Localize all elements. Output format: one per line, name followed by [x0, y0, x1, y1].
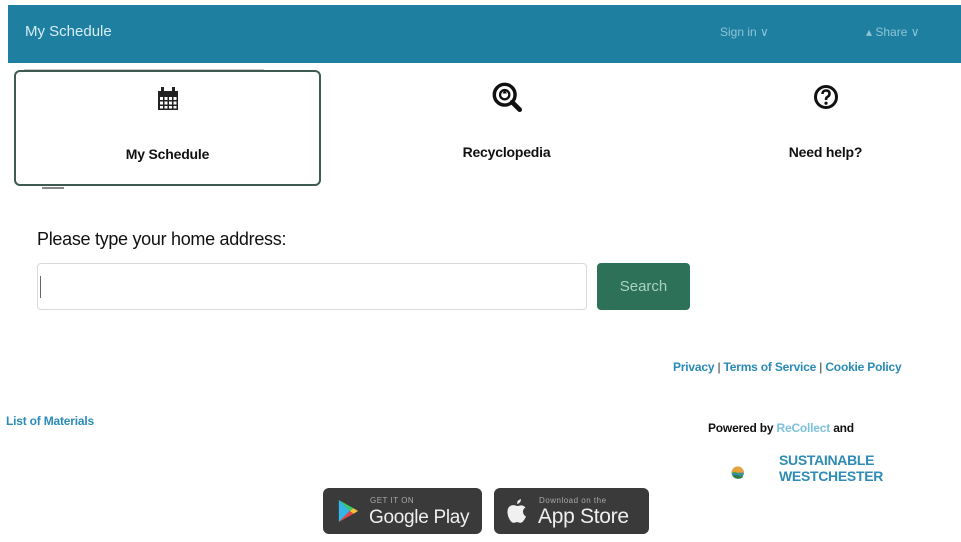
share-menu[interactable]: ▴ Share ∨ — [866, 25, 920, 39]
store-big-text: Google Play — [369, 507, 470, 528]
tab-label: My Schedule — [125, 146, 210, 162]
mark — [42, 187, 64, 189]
sustainable-westchester-logo[interactable] — [731, 450, 777, 496]
navbar-title[interactable]: My Schedule — [25, 23, 112, 40]
cookie-policy-link[interactable]: Cookie Policy — [825, 360, 901, 374]
calendar-icon — [157, 87, 178, 110]
tab-my-schedule[interactable]: My Schedule — [14, 70, 321, 186]
terms-link[interactable]: Terms of Service — [724, 360, 817, 374]
sign-in-menu[interactable]: Sign in ∨ — [720, 25, 769, 39]
apple-icon — [507, 499, 526, 523]
and-text: and — [833, 421, 854, 435]
search-recycle-icon — [492, 82, 522, 112]
address-prompt: Please type your home address: — [37, 229, 287, 249]
address-input[interactable] — [37, 263, 587, 310]
legal-links: Privacy | Terms of Service | Cookie Poli… — [673, 360, 902, 374]
tab-label: Recyclopedia — [462, 144, 551, 160]
google-play-icon — [338, 500, 359, 522]
partner-line-2: WESTCHESTER — [779, 468, 884, 484]
list-of-materials-link[interactable]: List of Materials — [6, 414, 94, 428]
store-big-text: App Store — [538, 505, 629, 528]
search-button[interactable]: Search — [597, 263, 690, 310]
privacy-link[interactable]: Privacy — [673, 360, 715, 374]
partner-line-1: SUSTAINABLE — [779, 452, 875, 468]
store-small-text: GET IT ON — [370, 496, 415, 505]
tab-label: Need help? — [788, 144, 863, 160]
store-small-text: Download on the — [539, 496, 607, 505]
tab-need-help[interactable]: Need help? — [672, 70, 961, 186]
separator: | — [717, 360, 721, 374]
recollect-link[interactable]: ReCollect — [777, 421, 831, 435]
powered-by: Powered by ReCollect and — [708, 421, 854, 435]
google-play-button[interactable]: GET IT ON Google Play — [323, 488, 482, 534]
app-store-button[interactable]: Download on the App Store — [494, 488, 649, 534]
tab-recyclopedia[interactable]: Recyclopedia — [353, 70, 660, 186]
separator: | — [819, 360, 823, 374]
powered-by-text: Powered by — [708, 421, 774, 435]
partner-logo-text: SUSTAINABLE WESTCHESTER — [779, 452, 883, 484]
top-navbar: My Schedule Sign in ∨ ▴ Share ∨ — [8, 5, 961, 63]
help-icon — [813, 85, 838, 109]
text-caret — [40, 276, 41, 298]
